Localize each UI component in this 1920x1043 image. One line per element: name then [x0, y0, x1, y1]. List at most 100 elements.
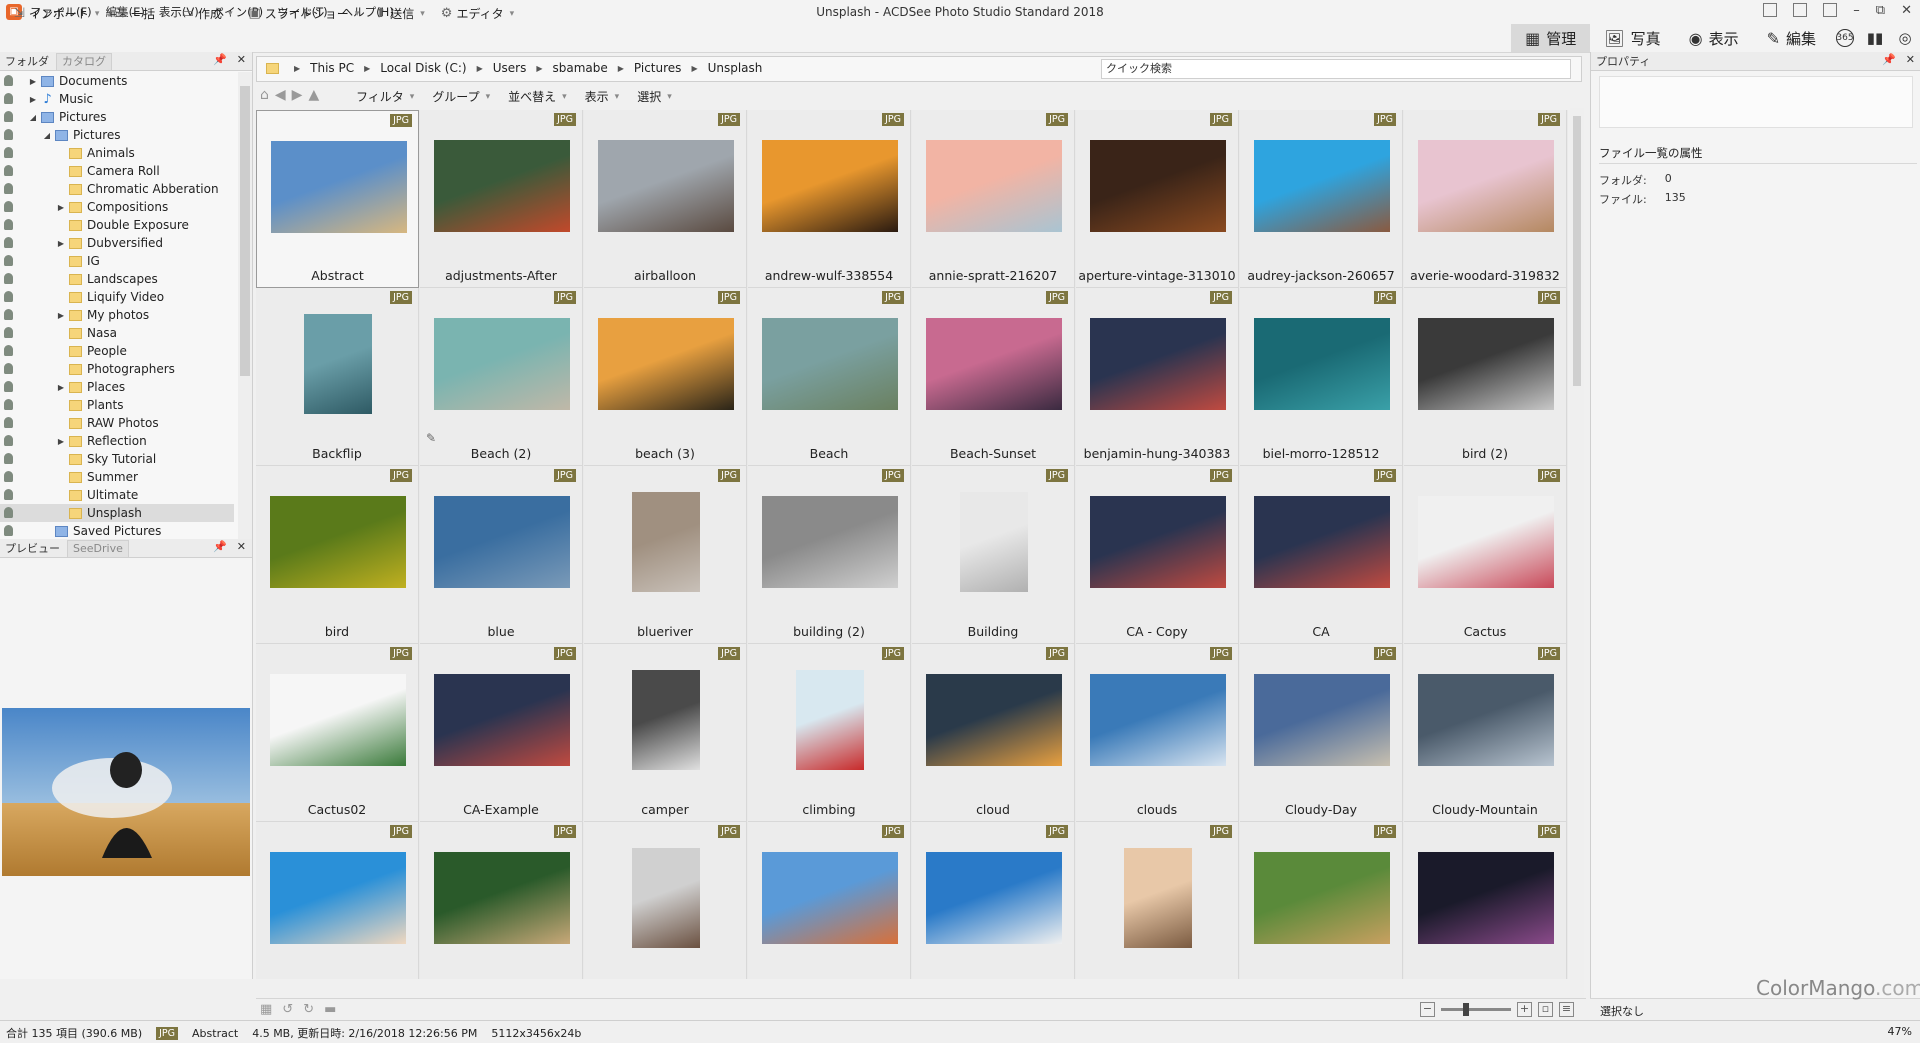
back-icon[interactable]: ◀ — [275, 87, 286, 103]
thumbnail-cell[interactable]: JPG Cactus02 — [256, 644, 419, 822]
layout-right-icon[interactable] — [1823, 3, 1838, 17]
thumbnail-cell[interactable]: JPGdesert (2) — [748, 822, 911, 979]
thumbnail-image[interactable] — [1418, 852, 1554, 944]
thumbnail-cell[interactable]: JPGDesert01 — [1076, 822, 1239, 979]
breadcrumb-item[interactable]: Unsplash — [708, 61, 763, 75]
thumbnail-cell[interactable]: JPG audrey-jackson-260657 — [1240, 110, 1403, 288]
thumbnail-cell[interactable]: JPG blueriver — [584, 466, 747, 644]
pin-marker-icon[interactable] — [4, 327, 13, 338]
tree-item-chromatic-abberation[interactable]: Chromatic Abberation — [0, 180, 234, 198]
thumbnail-image[interactable] — [1254, 140, 1390, 232]
pin-marker-icon[interactable] — [4, 453, 13, 464]
up-icon[interactable]: ▲ — [308, 87, 319, 103]
expand-arrow-icon[interactable]: ▶ — [28, 95, 38, 104]
thumbnail-image[interactable] — [270, 674, 406, 766]
tab-seedrive[interactable]: SeeDrive — [67, 539, 129, 557]
close-icon[interactable]: ✕ — [237, 53, 246, 66]
breadcrumb-item[interactable]: Users — [493, 61, 527, 75]
mode-edit[interactable]: ✎ 編集 — [1753, 24, 1830, 52]
thumbnail-cell[interactable]: JPG CA-Example — [420, 644, 583, 822]
pin-marker-icon[interactable] — [4, 147, 13, 158]
thumbnail-cell[interactable]: JPG airballoon — [584, 110, 747, 288]
thumbnail-image[interactable] — [1090, 318, 1226, 410]
chevron-down-icon[interactable]: ▾ — [510, 9, 515, 19]
pin-marker-icon[interactable] — [4, 363, 13, 374]
filmstrip-icon[interactable]: ▦ — [260, 1002, 272, 1017]
thumbnail-cell[interactable]: JPG Backflip — [256, 288, 419, 466]
breadcrumb-separator-icon[interactable]: ▶ — [536, 64, 542, 73]
filter-menu-0[interactable]: フィルタ ▾ — [356, 88, 414, 105]
thumbnail-cell[interactable]: JPG Cloudy-Day — [1240, 644, 1403, 822]
thumbnail-image[interactable] — [1418, 140, 1554, 232]
expand-arrow-icon[interactable]: ▶ — [56, 239, 66, 248]
tree-item-animals[interactable]: Animals — [0, 144, 234, 162]
tree-item-saved-pictures[interactable]: Saved Pictures — [0, 522, 234, 540]
thumbnail-cell[interactable]: JPG Building — [912, 466, 1075, 644]
thumbnail-cell[interactable]: JPG annie-spratt-216207 — [912, 110, 1075, 288]
pin-marker-icon[interactable] — [4, 417, 13, 428]
chevron-down-icon[interactable]: ▾ — [228, 9, 233, 19]
mode-photos[interactable]: 🖼 写真 — [1590, 24, 1674, 52]
thumbnail-image[interactable] — [926, 318, 1062, 410]
pin-marker-icon[interactable] — [4, 201, 13, 212]
close-icon[interactable]: ✕ — [1906, 53, 1915, 66]
thumbnail-image[interactable] — [1254, 674, 1390, 766]
thumbnail-cell[interactable]: JPGdeer (2) — [420, 822, 583, 979]
zoom-slider-knob[interactable] — [1463, 1003, 1469, 1016]
layout-bottom-icon[interactable] — [1793, 3, 1808, 17]
pin-marker-icon[interactable] — [4, 507, 13, 518]
thumbnail-image[interactable] — [434, 318, 570, 410]
expand-arrow-icon[interactable]: ▶ — [56, 437, 66, 446]
toolbar-item-5[interactable]: ⚙ エディタ ▾ — [441, 5, 514, 22]
tree-item-people[interactable]: People — [0, 342, 234, 360]
thumbnail-image[interactable] — [1418, 674, 1554, 766]
thumbnail-cell[interactable]: JPG adjustments-After — [420, 110, 583, 288]
rotate-right-icon[interactable]: ↻ — [303, 1002, 314, 1017]
forward-icon[interactable]: ▶ — [292, 87, 303, 103]
pin-icon[interactable]: 📌 — [1882, 53, 1896, 66]
expand-arrow-icon[interactable]: ▶ — [56, 383, 66, 392]
tree-item-double-exposure[interactable]: Double Exposure — [0, 216, 234, 234]
quick-search-input[interactable]: クイック検索 — [1101, 59, 1571, 79]
thumbnail-cell[interactable]: JPG biel-morro-128512 — [1240, 288, 1403, 466]
thumbnail-image[interactable] — [762, 140, 898, 232]
pin-marker-icon[interactable] — [4, 381, 13, 392]
thumbnail-image[interactable] — [1254, 496, 1390, 588]
breadcrumb-item[interactable]: sbamabe — [552, 61, 607, 75]
tree-item-documents[interactable]: ▶ Documents — [0, 72, 234, 90]
details-view-icon[interactable]: ≡ — [1559, 1002, 1574, 1017]
selection-label[interactable]: 選択なし — [1600, 1003, 1644, 1019]
tree-item-ig[interactable]: IG — [0, 252, 234, 270]
pin-icon[interactable]: 📌 — [213, 53, 227, 66]
toolbar-item-1[interactable]: ☰ 一括 ▾ — [115, 5, 165, 22]
breadcrumb-separator-icon[interactable]: ▶ — [691, 64, 697, 73]
thumbnail-cell[interactable]: JPGDeer — [584, 822, 747, 979]
toolbar-item-2[interactable]: ▭ 作成 ▾ — [182, 5, 233, 22]
thumbnail-cell[interactable]: JPG CA - Copy — [1076, 466, 1239, 644]
thumbnail-image[interactable] — [762, 318, 898, 410]
thumbnail-image[interactable] — [598, 140, 734, 232]
thumbnail-image[interactable] — [270, 496, 406, 588]
thumbnail-image[interactable] — [1090, 140, 1226, 232]
expand-arrow-icon[interactable]: ▶ — [56, 311, 66, 320]
thumbnail-cell[interactable]: JPG Cactus — [1404, 466, 1567, 644]
tab-catalog[interactable]: カタログ — [56, 52, 112, 70]
thumbnail-cell[interactable]: JPG cloud — [912, 644, 1075, 822]
breadcrumb-item[interactable]: This PC — [310, 61, 354, 75]
365-icon[interactable]: 365 — [1830, 24, 1860, 52]
thumbnail-image[interactable] — [632, 492, 700, 592]
pin-marker-icon[interactable] — [4, 309, 13, 320]
pin-icon[interactable]: 📌 — [213, 540, 227, 553]
eye-circle-icon[interactable]: ◎ — [1890, 24, 1920, 52]
tree-item-camera-roll[interactable]: Camera Roll — [0, 162, 234, 180]
thumbnail-cell[interactable]: JPG ✎ Beach (2) — [420, 288, 583, 466]
chevron-down-icon[interactable]: ▾ — [355, 9, 360, 19]
thumbnail-cell[interactable]: JPG building (2) — [748, 466, 911, 644]
thumbnail-cell[interactable]: JPG climbing — [748, 644, 911, 822]
tree-item-dubversified[interactable]: ▶ Dubversified — [0, 234, 234, 252]
thumbnail-cell[interactable]: JPG Abstract — [256, 110, 419, 288]
thumbnail-view-icon[interactable]: ▫ — [1538, 1002, 1553, 1017]
thumbnail-image[interactable] — [1254, 852, 1390, 944]
grid-scroll-thumb[interactable] — [1573, 116, 1581, 386]
thumbnail-image[interactable] — [434, 496, 570, 588]
